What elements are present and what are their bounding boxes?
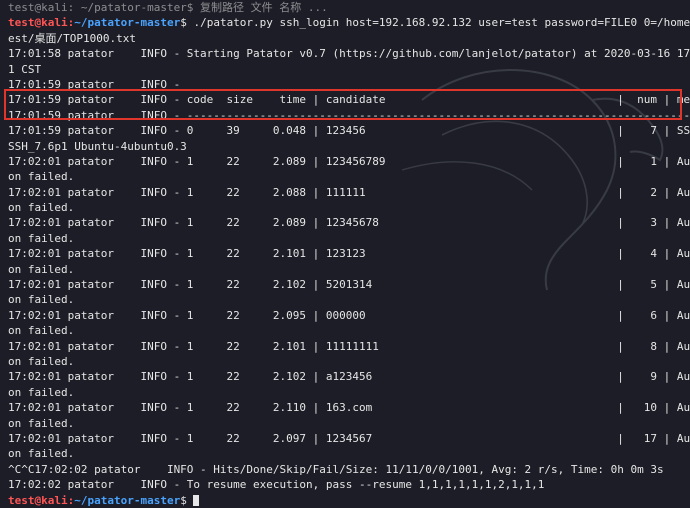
prompt-colon: :	[67, 493, 75, 507]
terminal-line: on failed.	[8, 416, 75, 430]
terminal-line: 17:02:02 patator INFO - To resume execut…	[8, 478, 545, 492]
terminal-line: 17:02:01 patator INFO - 1 22 2.095 | 000…	[8, 308, 690, 322]
terminal-line: on failed.	[8, 293, 75, 307]
terminal-line: 17:02:01 patator INFO - 1 22 2.088 | 111…	[8, 185, 690, 199]
terminal-line: 17:01:59 patator INFO - code size time |…	[8, 93, 690, 107]
terminal-line: 17:01:59 patator INFO -	[8, 77, 181, 91]
terminal-line: 1 CST	[8, 62, 42, 76]
prompt-user: test@kali	[8, 493, 68, 507]
command-text: ./patator.py ssh_login host=192.168.92.1…	[193, 16, 690, 30]
terminal-output[interactable]: test@kali: ~/patator-master$ 复制路径 文件 名称 …	[0, 0, 690, 507]
terminal-line: on failed.	[8, 385, 75, 399]
terminal-line: on failed.	[8, 447, 75, 461]
cursor-icon	[193, 495, 200, 506]
terminal-line: est/桌面/TOP1000.txt	[8, 31, 136, 45]
prompt-user: test@kali	[8, 16, 68, 30]
terminal-line: test@kali:~/patator-master$ ./patator.py…	[8, 15, 690, 30]
terminal-line: on failed.	[8, 201, 75, 215]
terminal-line: 17:02:01 patator INFO - 1 22 2.102 | a12…	[8, 370, 690, 384]
prompt-symbol: $	[180, 16, 194, 30]
terminal-line: SSH_7.6p1 Ubuntu-4ubuntu0.3	[8, 139, 187, 153]
terminal-line: ^C^C17:02:02 patator INFO - Hits/Done/Sk…	[8, 462, 664, 476]
terminal-line: on failed.	[8, 170, 75, 184]
terminal-line: on failed.	[8, 231, 75, 245]
terminal-line: on failed.	[8, 324, 75, 338]
terminal-line: 17:01:59 patator INFO - ----------------…	[8, 108, 690, 122]
terminal-line: 17:02:01 patator INFO - 1 22 2.089 | 123…	[8, 154, 690, 168]
prompt-path: ~/patator-master	[74, 16, 181, 30]
terminal-line: on failed.	[8, 354, 75, 368]
terminal-line: 17:02:01 patator INFO - 1 22 2.089 | 123…	[8, 216, 690, 230]
terminal-line: 17:01:59 patator INFO - 0 39 0.048 | 123…	[8, 124, 690, 138]
terminal-line: 17:01:58 patator INFO - Starting Patator…	[8, 47, 690, 61]
terminal-line: 17:02:01 patator INFO - 1 22 2.101 | 123…	[8, 247, 690, 261]
terminal-line: 17:02:01 patator INFO - 1 22 2.097 | 123…	[8, 431, 690, 445]
terminal-line: on failed.	[8, 262, 75, 276]
terminal-line: 17:02:01 patator INFO - 1 22 2.102 | 520…	[8, 278, 690, 292]
terminal-line: 17:02:01 patator INFO - 1 22 2.110 | 163…	[8, 401, 690, 415]
terminal-line: test@kali:~/patator-master$	[8, 493, 690, 508]
terminal-line: test@kali: ~/patator-master$ 复制路径 文件 名称 …	[8, 1, 328, 14]
terminal-line: 17:02:01 patator INFO - 1 22 2.101 | 111…	[8, 339, 690, 353]
prompt-path: ~/patator-master	[74, 493, 181, 507]
prompt-symbol: $	[180, 493, 194, 507]
